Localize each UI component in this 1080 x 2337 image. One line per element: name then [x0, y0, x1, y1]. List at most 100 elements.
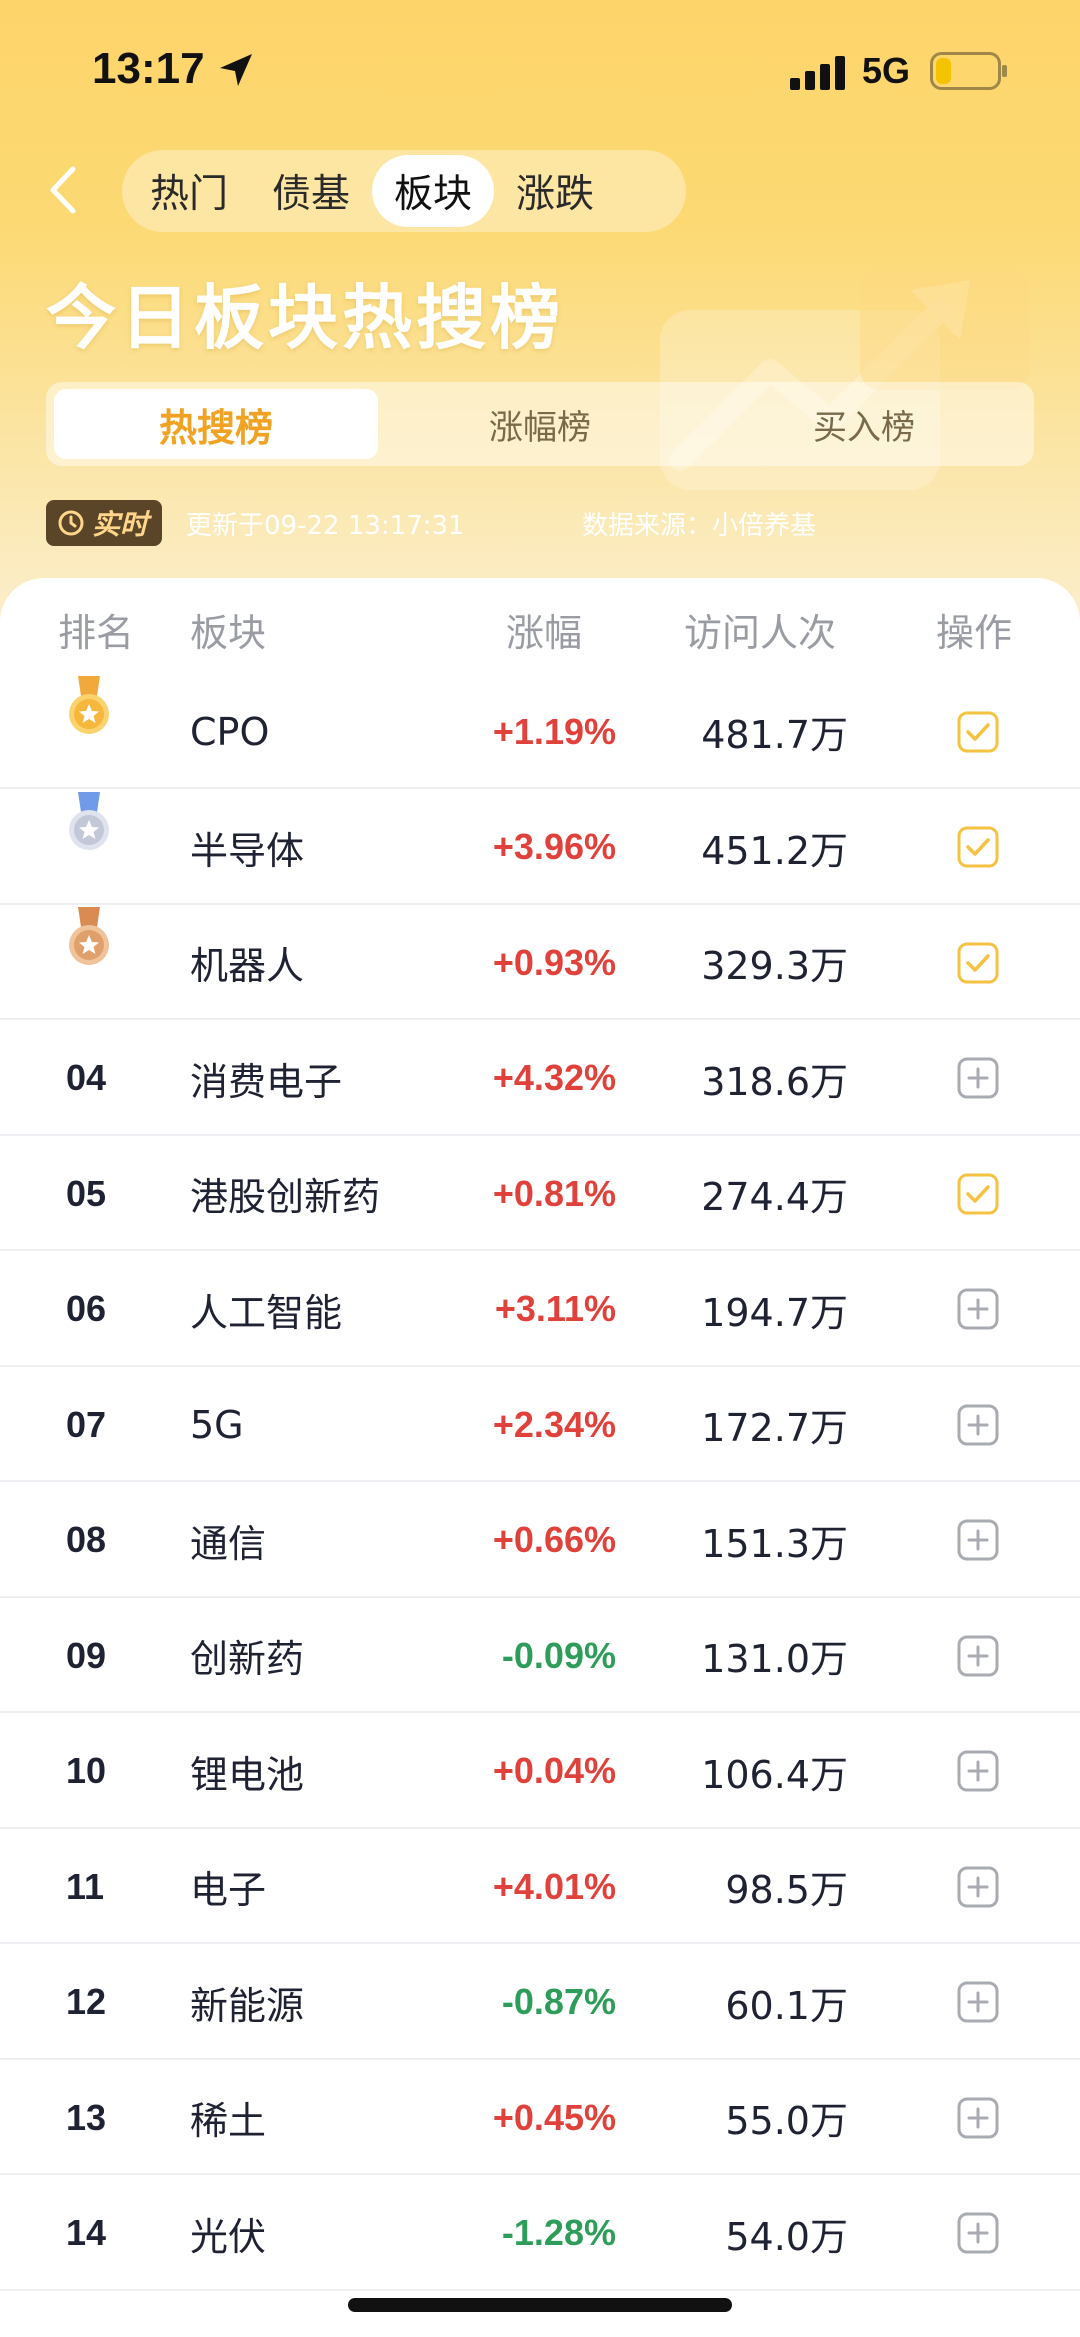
- visit-count: 172.7万: [701, 1406, 848, 1450]
- battery-icon: [930, 52, 1007, 90]
- sector-name: 创新药: [190, 1637, 305, 1681]
- network-label: 5G: [862, 50, 911, 91]
- add-button[interactable]: [956, 1367, 1002, 1482]
- sector-name: CPO: [190, 709, 270, 754]
- change-percent: +0.93%: [492, 941, 616, 983]
- rank-number: 08: [66, 1519, 107, 1560]
- added-checkbox[interactable]: [956, 905, 1002, 1020]
- change-percent: +0.45%: [492, 2096, 616, 2138]
- tab-hot-search[interactable]: 热搜榜: [54, 389, 378, 459]
- rank-number: 12: [66, 1981, 107, 2022]
- table-row[interactable]: 机器人 +0.93% 329.3万: [0, 905, 1080, 1020]
- checkmark-icon: [957, 942, 999, 983]
- table-row[interactable]: 09 创新药 -0.09% 131.0万: [0, 1598, 1080, 1713]
- status-time: 13:17: [92, 44, 205, 93]
- added-checkbox[interactable]: [956, 1136, 1002, 1251]
- rank-number: 09: [66, 1634, 107, 1676]
- sector-name: 消费电子: [190, 1059, 343, 1104]
- rank-number: 10: [66, 1750, 107, 1791]
- change-percent: -0.87%: [501, 1981, 616, 2022]
- change-percent: +4.01%: [492, 1865, 616, 1907]
- gold-medal-icon: [64, 674, 114, 740]
- tab-rise-fall[interactable]: 涨跌: [494, 155, 616, 227]
- sector-name: 光伏: [190, 2214, 267, 2259]
- sector-name: 半导体: [190, 828, 305, 873]
- table-row[interactable]: 半导体 +3.96% 451.2万: [0, 790, 1080, 905]
- plus-icon: [957, 1057, 999, 1099]
- visit-count: 54.0万: [725, 2214, 848, 2259]
- sector-name: 人工智能: [190, 1290, 343, 1335]
- table-row[interactable]: 13 稀土 +0.45% 55.0万: [0, 2060, 1080, 2175]
- plus-icon: [957, 1635, 999, 1676]
- add-button[interactable]: [956, 1252, 1002, 1367]
- change-percent: +2.34%: [492, 1403, 616, 1445]
- bronze-medal-icon: [64, 905, 114, 971]
- data-source: 数据来源：小倍养基: [582, 510, 817, 541]
- tab-sectors[interactable]: 板块: [372, 155, 495, 227]
- table-row[interactable]: 05 港股创新药 +0.81% 274.4万: [0, 1136, 1080, 1251]
- table-row[interactable]: 07 5G +2.34% 172.7万: [0, 1367, 1080, 1482]
- clock-icon: [58, 510, 84, 536]
- add-button[interactable]: [956, 1829, 1002, 1944]
- tab-gainers[interactable]: 涨幅榜: [378, 389, 702, 459]
- signal-icon: [790, 56, 845, 90]
- change-percent: +1.19%: [492, 710, 616, 752]
- added-checkbox[interactable]: [956, 674, 1002, 789]
- sector-name: 通信: [190, 1521, 267, 1566]
- table-row[interactable]: 11 电子 +4.01% 98.5万: [0, 1829, 1080, 1944]
- plus-icon: [957, 1288, 999, 1330]
- visit-count: 194.7万: [701, 1290, 848, 1335]
- visit-count: 274.4万: [701, 1175, 848, 1219]
- header-change: 涨幅: [506, 611, 583, 655]
- tab-hot[interactable]: 热门: [128, 155, 250, 227]
- added-checkbox[interactable]: [956, 790, 1002, 905]
- change-percent: +3.96%: [492, 826, 616, 867]
- add-button[interactable]: [956, 1598, 1002, 1713]
- visit-count: 329.3万: [701, 944, 848, 988]
- checkmark-icon: [957, 826, 999, 868]
- table-row[interactable]: 06 人工智能 +3.11% 194.7万: [0, 1252, 1080, 1367]
- rank-number: 13: [66, 2096, 107, 2138]
- rank-number: 11: [66, 1865, 105, 1907]
- visit-count: 106.4万: [701, 1752, 848, 1797]
- visit-count: 98.5万: [725, 1868, 848, 1912]
- add-button[interactable]: [956, 2060, 1002, 2175]
- header-visits: 访问人次: [684, 611, 837, 655]
- change-percent: +3.11%: [494, 1288, 616, 1329]
- sector-name: 锂电池: [190, 1752, 305, 1797]
- table-row[interactable]: CPO +1.19% 481.7万: [0, 674, 1080, 789]
- change-percent: +4.32%: [492, 1057, 616, 1098]
- ranking-table: 排名 板块 涨幅 访问人次 操作 CPO +1.19% 481.7万 半导体 +3.96…: [0, 578, 1080, 2337]
- rank-number: 05: [66, 1172, 107, 1214]
- sector-name: 稀土: [190, 2099, 267, 2143]
- visit-count: 451.2万: [701, 828, 848, 873]
- tab-buy-ranking[interactable]: 买入榜: [702, 389, 1026, 459]
- header-rank: 排名: [58, 611, 135, 655]
- sector-name: 电子: [190, 1868, 267, 1912]
- table-row[interactable]: 10 锂电池 +0.04% 106.4万: [0, 1714, 1080, 1829]
- tab-bond-funds[interactable]: 债基: [250, 155, 372, 227]
- table-row[interactable]: 04 消费电子 +4.32% 318.6万: [0, 1021, 1080, 1136]
- visit-count: 55.0万: [725, 2099, 848, 2143]
- add-button[interactable]: [956, 1021, 1002, 1136]
- checkmark-icon: [957, 1173, 999, 1214]
- table-row[interactable]: 12 新能源 -0.87% 60.1万: [0, 1945, 1080, 2060]
- visit-count: 481.7万: [701, 713, 848, 757]
- table-row[interactable]: 14 光伏 -1.28% 54.0万: [0, 2176, 1080, 2291]
- add-button[interactable]: [956, 2176, 1002, 2291]
- live-badge: 实时: [46, 500, 163, 546]
- add-button[interactable]: [956, 1483, 1002, 1598]
- checkmark-icon: [957, 711, 999, 752]
- change-percent: -0.09%: [501, 1634, 616, 1676]
- live-label: 实时: [92, 508, 149, 541]
- add-button[interactable]: [956, 1714, 1002, 1829]
- change-percent: -1.28%: [501, 2212, 616, 2253]
- home-indicator: [348, 2298, 732, 2312]
- plus-icon: [957, 2097, 999, 2138]
- add-button[interactable]: [956, 1945, 1002, 2060]
- sector-name: 港股创新药: [190, 1175, 381, 1219]
- category-tabs: 热门 债基 板块 涨跌: [122, 150, 686, 232]
- table-row[interactable]: 08 通信 +0.66% 151.3万: [0, 1483, 1080, 1598]
- chevron-left-icon: [50, 166, 76, 214]
- back-button[interactable]: [40, 160, 84, 220]
